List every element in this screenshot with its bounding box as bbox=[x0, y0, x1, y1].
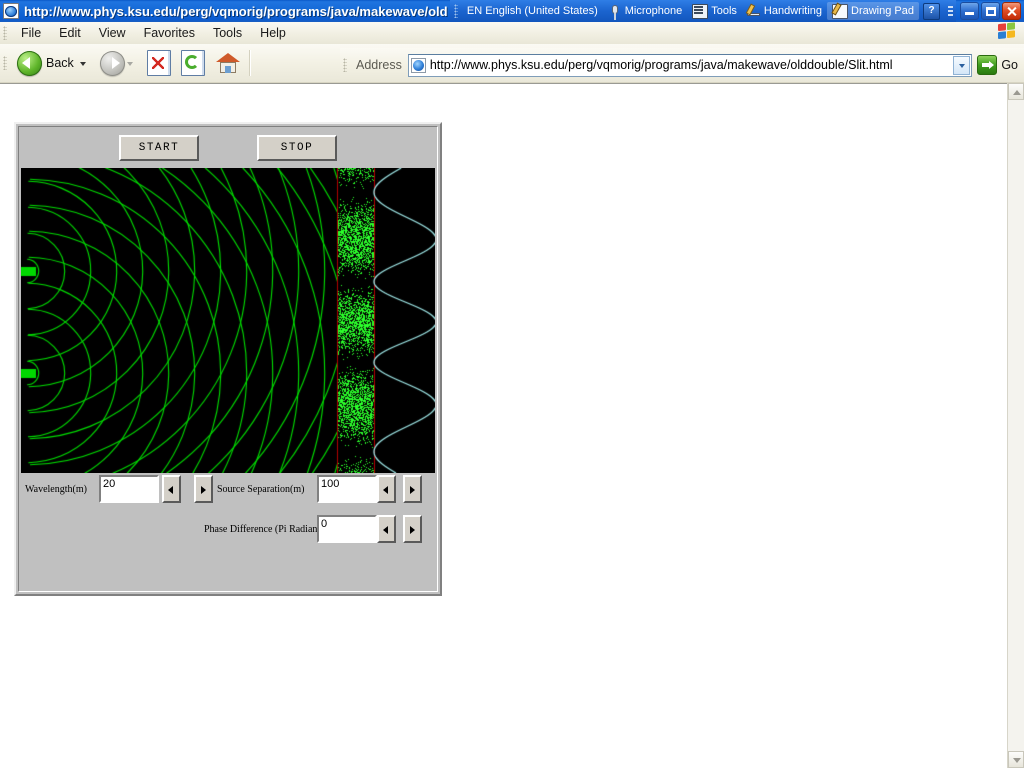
toolbar-separator bbox=[249, 50, 250, 76]
applet-button-row: START STOP bbox=[19, 127, 437, 169]
source-separation-label: Source Separation(m) bbox=[217, 484, 304, 495]
language-bar-item-english[interactable]: EN English (United States) bbox=[462, 2, 603, 20]
language-bar[interactable]: EN English (United States) Microphone To… bbox=[450, 0, 956, 22]
vertical-scrollbar[interactable] bbox=[1007, 83, 1024, 768]
ie-site-icon bbox=[411, 58, 426, 73]
go-button-label: Go bbox=[1001, 58, 1018, 72]
wavelength-input[interactable]: 20 bbox=[99, 475, 159, 503]
language-bar-handwriting-label: Handwriting bbox=[764, 5, 822, 17]
address-chevron-down-icon[interactable] bbox=[953, 56, 970, 75]
language-bar-tools-label: Tools bbox=[711, 5, 737, 17]
simulation-canvas-container[interactable] bbox=[21, 168, 435, 473]
stop-icon bbox=[147, 50, 171, 76]
home-button[interactable] bbox=[210, 47, 246, 79]
windows-flag-icon bbox=[998, 23, 1020, 43]
language-bar-item-microphone[interactable]: Microphone bbox=[603, 2, 687, 20]
menu-item-tools[interactable]: Tools bbox=[204, 24, 251, 42]
phase-difference-label: Phase Difference (Pi Radians) bbox=[204, 524, 325, 535]
tools-icon bbox=[692, 4, 708, 19]
refresh-icon bbox=[181, 50, 205, 76]
control-row-2: Phase Difference (Pi Radians) 0 bbox=[19, 515, 437, 547]
phase-difference-input[interactable]: 0 bbox=[317, 515, 377, 543]
window-title: http://www.phys.ksu.edu/perg/vqmorig/pro… bbox=[24, 4, 454, 19]
scroll-down-icon[interactable] bbox=[1008, 751, 1024, 768]
page-content: START STOP Wavelength(m) 20 Source Separ… bbox=[0, 83, 1008, 769]
stop-simulation-button[interactable]: STOP bbox=[257, 135, 337, 161]
address-label: Address bbox=[356, 58, 402, 72]
control-row-1: Wavelength(m) 20 Source Separation(m) 10… bbox=[19, 475, 437, 507]
forward-arrow-icon bbox=[100, 51, 125, 76]
toolbar-grip[interactable] bbox=[3, 56, 7, 70]
minimize-button[interactable] bbox=[960, 2, 979, 20]
address-bar: Address http://www.phys.ksu.edu/perg/vqm… bbox=[340, 48, 1024, 82]
language-bar-item-handwriting[interactable]: Handwriting bbox=[742, 2, 827, 20]
home-icon bbox=[215, 51, 241, 75]
phase-difference-increment-button[interactable] bbox=[403, 515, 422, 543]
handwriting-icon bbox=[747, 5, 761, 18]
back-button[interactable]: Back bbox=[12, 47, 95, 79]
menu-item-favorites[interactable]: Favorites bbox=[135, 24, 204, 42]
language-bar-english-label: EN English (United States) bbox=[467, 5, 598, 17]
language-bar-drawing-pad-label: Drawing Pad bbox=[851, 5, 914, 17]
scroll-up-icon[interactable] bbox=[1008, 83, 1024, 100]
wave-interference-canvas[interactable] bbox=[21, 168, 435, 473]
menu-item-edit[interactable]: Edit bbox=[50, 24, 90, 42]
menu-bar-grip[interactable] bbox=[3, 26, 7, 40]
source-separation-decrement-button[interactable] bbox=[377, 475, 396, 503]
go-button[interactable]: Go bbox=[977, 55, 1018, 75]
start-button[interactable]: START bbox=[119, 135, 199, 161]
applet-panel: START STOP Wavelength(m) 20 Source Separ… bbox=[18, 126, 438, 592]
close-button[interactable] bbox=[1002, 2, 1021, 20]
back-history-chevron-down-icon[interactable] bbox=[80, 62, 86, 66]
language-bar-options-icon[interactable] bbox=[947, 4, 953, 18]
address-input[interactable]: http://www.phys.ksu.edu/perg/vqmorig/pro… bbox=[408, 54, 972, 77]
language-bar-grip[interactable] bbox=[454, 4, 458, 18]
back-button-label: Back bbox=[46, 56, 74, 70]
source-separation-input[interactable]: 100 bbox=[317, 475, 377, 503]
phase-difference-decrement-button[interactable] bbox=[377, 515, 396, 543]
language-bar-item-drawing-pad[interactable]: Drawing Pad bbox=[827, 2, 919, 20]
double-slit-applet: START STOP Wavelength(m) 20 Source Separ… bbox=[14, 122, 442, 596]
menu-bar: File Edit View Favorites Tools Help bbox=[0, 22, 1024, 45]
wavelength-label: Wavelength(m) bbox=[25, 484, 87, 495]
wavelength-increment-button[interactable] bbox=[194, 475, 213, 503]
title-bar-left: http://www.phys.ksu.edu/perg/vqmorig/pro… bbox=[0, 3, 454, 19]
back-arrow-icon bbox=[17, 51, 42, 76]
ie-document-icon[interactable] bbox=[3, 3, 19, 19]
address-input-value: http://www.phys.ksu.edu/perg/vqmorig/pro… bbox=[430, 58, 953, 72]
window-controls[interactable] bbox=[960, 2, 1021, 20]
microphone-icon bbox=[608, 5, 622, 18]
maximize-button[interactable] bbox=[981, 2, 1000, 20]
drawing-pad-icon bbox=[832, 4, 848, 19]
stop-button[interactable] bbox=[142, 47, 176, 79]
source-separation-increment-button[interactable] bbox=[403, 475, 422, 503]
refresh-button[interactable] bbox=[176, 47, 210, 79]
language-bar-item-tools[interactable]: Tools bbox=[687, 2, 742, 20]
menu-item-view[interactable]: View bbox=[90, 24, 135, 42]
language-bar-microphone-label: Microphone bbox=[625, 5, 682, 17]
forward-button[interactable] bbox=[95, 47, 142, 79]
address-bar-grip[interactable] bbox=[343, 58, 347, 72]
forward-history-chevron-down-icon[interactable] bbox=[127, 62, 133, 66]
go-arrow-icon bbox=[977, 55, 997, 75]
language-bar-help-icon[interactable]: ? bbox=[923, 3, 940, 20]
wavelength-decrement-button[interactable] bbox=[162, 475, 181, 503]
menu-item-file[interactable]: File bbox=[12, 24, 50, 42]
menu-item-help[interactable]: Help bbox=[251, 24, 295, 42]
